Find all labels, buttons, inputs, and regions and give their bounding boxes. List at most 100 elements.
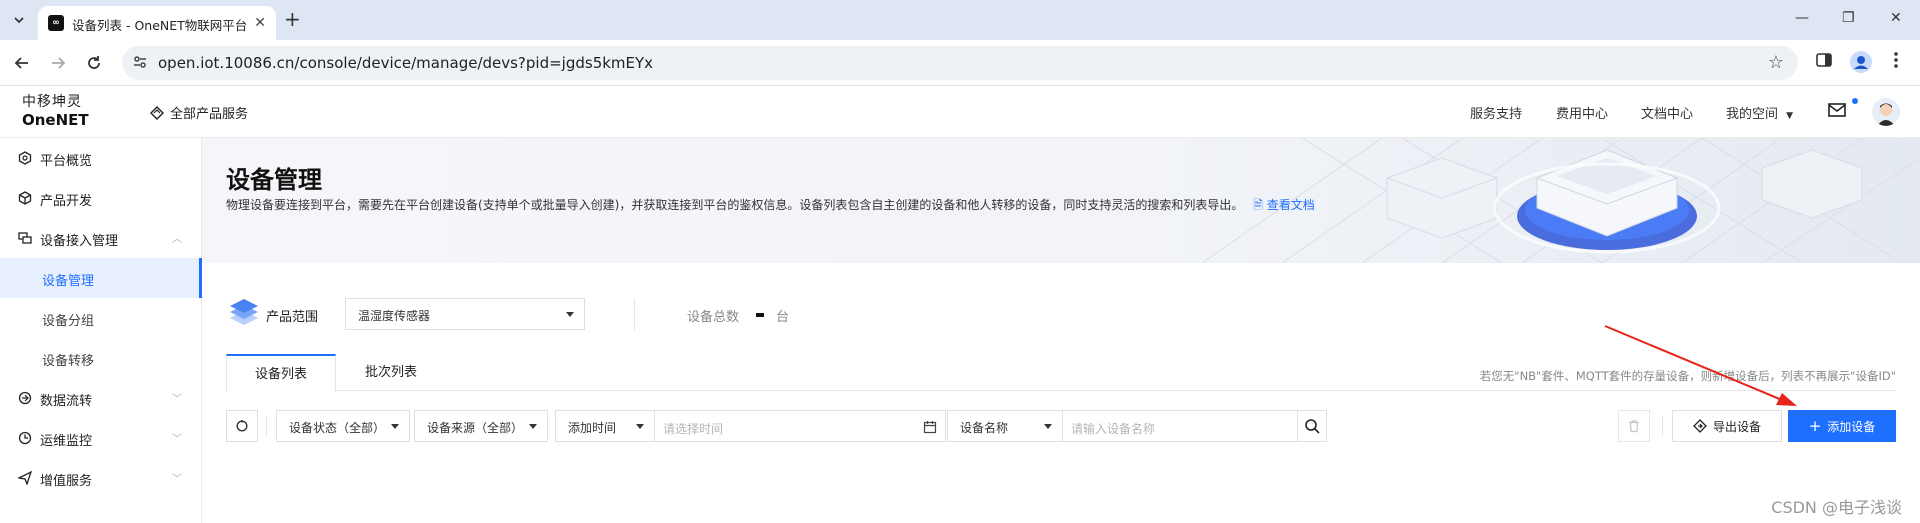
sidebar-item-label: 设备转移 xyxy=(42,354,95,369)
sidebar-item-device-access[interactable]: 设备接入管理 ︿ xyxy=(0,218,202,258)
flow-icon xyxy=(18,391,32,405)
view-docs-link[interactable]: 🗎 查看文档 xyxy=(1253,198,1315,212)
divider xyxy=(634,298,635,330)
close-window-icon[interactable]: ✕ xyxy=(1890,10,1902,26)
time-field-select[interactable]: 添加时间 xyxy=(555,410,655,442)
sidebar-item-device-manage[interactable]: 设备管理 xyxy=(0,258,202,298)
product-scope-label: 产品范围 xyxy=(266,310,319,325)
time-field-value: 添加时间 xyxy=(568,421,617,435)
product-select-value: 温湿度传感器 xyxy=(358,309,431,323)
mail-icon[interactable] xyxy=(1828,102,1846,118)
back-arrow-icon[interactable] xyxy=(10,51,34,75)
sidebar-item-ops-monitor[interactable]: 运维监控 ﹀ xyxy=(0,418,202,458)
tab-batch-list[interactable]: 批次列表 xyxy=(336,354,446,391)
bookmark-star-icon[interactable]: ☆ xyxy=(1768,52,1784,73)
service-support-link[interactable]: 服务支持 xyxy=(1470,103,1522,122)
sidebar-item-label: 产品开发 xyxy=(40,194,93,209)
view-docs-label: 查看文档 xyxy=(1266,198,1315,212)
tab-device-list[interactable]: 设备列表 xyxy=(226,354,336,392)
product-select[interactable]: 温湿度传感器 xyxy=(345,298,585,330)
monitor-icon xyxy=(18,431,32,445)
sidebar-item-data-flow[interactable]: 数据流转 ﹀ xyxy=(0,378,202,418)
onenet-logo[interactable]: 中移坤灵 OneNET xyxy=(22,93,92,129)
delete-button[interactable] xyxy=(1618,410,1650,442)
tab-close-icon[interactable]: ✕ xyxy=(254,15,266,31)
plus-icon: + xyxy=(1808,417,1822,435)
device-total-value xyxy=(756,313,764,317)
add-device-button[interactable]: + 添加设备 xyxy=(1788,410,1896,442)
browser-toolbar: open.iot.10086.cn/console/device/manage/… xyxy=(0,40,1920,86)
browser-tab-strip: ∞ 设备列表 - OneNET物联网平台 ✕ + — ❐ ✕ xyxy=(0,0,1920,40)
device-id-notice: 若您无"NB"套件、MQTT套件的存量设备，则新增设备后，列表不再展示"设备ID… xyxy=(1479,369,1896,383)
site-info-icon[interactable] xyxy=(132,54,148,73)
tabs-underline xyxy=(226,390,1896,391)
sidebar-item-device-group[interactable]: 设备分组 xyxy=(0,298,202,338)
more-menu-icon[interactable] xyxy=(1893,51,1899,72)
side-panel-icon[interactable] xyxy=(1815,51,1833,72)
calendar-icon[interactable] xyxy=(923,420,937,434)
chevron-down-icon: ﹀ xyxy=(172,474,182,485)
sidebar-nav: 平台概览 产品开发 设备接入管理 ︿ 设备管理 设备分组 设备转移 数据流转 ﹀… xyxy=(0,138,202,523)
my-space-menu[interactable]: 我的空间 ▼ xyxy=(1726,103,1793,122)
hexagon-icon xyxy=(18,151,32,165)
sidebar-item-device-transfer[interactable]: 设备转移 xyxy=(0,338,202,378)
divider xyxy=(266,416,267,436)
add-device-label: 添加设备 xyxy=(1827,419,1876,434)
all-products-label: 全部产品服务 xyxy=(170,107,249,122)
divider xyxy=(1662,416,1663,436)
time-range-placeholder: 请选择时间 xyxy=(663,422,724,436)
sidebar-item-platform-overview[interactable]: 平台概览 xyxy=(0,138,202,178)
sidebar-item-label: 数据流转 xyxy=(40,394,93,409)
send-icon xyxy=(18,471,32,485)
sidebar-item-label: 运维监控 xyxy=(40,434,93,449)
device-source-value: 设备来源（全部） xyxy=(427,421,524,435)
docs-center-link[interactable]: 文档中心 xyxy=(1641,103,1693,122)
billing-center-link[interactable]: 费用中心 xyxy=(1556,103,1608,122)
url-text: open.iot.10086.cn/console/device/manage/… xyxy=(158,54,654,72)
export-devices-button[interactable]: 导出设备 xyxy=(1672,410,1782,442)
chevron-up-icon: ︿ xyxy=(172,234,182,245)
tab-search-button[interactable] xyxy=(8,9,30,31)
device-source-select[interactable]: 设备来源（全部） xyxy=(414,410,548,442)
app-header: 中移坤灵 OneNET 全部产品服务 服务支持 费用中心 文档中心 我的空间 ▼ xyxy=(0,86,1920,138)
logo-cn-text: 中移坤灵 xyxy=(22,94,82,110)
chevron-down-icon: ﹀ xyxy=(172,394,182,405)
sidebar-item-label: 设备分组 xyxy=(42,314,95,329)
document-icon: 🗎 xyxy=(1253,198,1263,212)
product-stack-icon xyxy=(230,299,258,325)
device-total-unit: 台 xyxy=(776,310,790,325)
device-status-value: 设备状态（全部） xyxy=(289,421,386,435)
restore-window-icon[interactable]: ❐ xyxy=(1842,10,1855,26)
diamond-icon xyxy=(150,105,164,120)
user-avatar[interactable] xyxy=(1872,98,1900,126)
trash-icon xyxy=(1629,420,1639,433)
refresh-icon xyxy=(236,420,248,432)
sidebar-item-label: 设备管理 xyxy=(42,274,95,289)
active-indicator xyxy=(199,258,202,298)
profile-icon[interactable] xyxy=(1850,51,1872,76)
chevron-down-icon: ﹀ xyxy=(172,434,182,445)
browser-tab-active[interactable]: ∞ 设备列表 - OneNET物联网平台 ✕ xyxy=(38,6,276,40)
caret-down-icon xyxy=(391,424,399,429)
time-range-input[interactable]: 请选择时间 xyxy=(654,410,946,442)
reload-icon[interactable] xyxy=(82,51,106,75)
chevron-down-icon xyxy=(14,17,24,24)
search-button[interactable] xyxy=(1297,410,1327,442)
new-tab-plus-icon[interactable]: + xyxy=(284,9,301,29)
device-status-select[interactable]: 设备状态（全部） xyxy=(276,410,410,442)
search-field-select[interactable]: 设备名称 xyxy=(947,410,1063,442)
caret-down-icon xyxy=(566,312,574,317)
sidebar-item-label: 设备接入管理 xyxy=(40,234,119,249)
sidebar-item-product-dev[interactable]: 产品开发 xyxy=(0,178,202,218)
page-description-text: 物理设备要连接到平台，需要先在平台创建设备(支持单个或批量导入创建)，并获取连接… xyxy=(226,198,1244,212)
device-name-search-input[interactable]: 请输入设备名称 xyxy=(1062,410,1326,442)
forward-arrow-icon[interactable] xyxy=(46,51,70,75)
refresh-button[interactable] xyxy=(226,410,258,442)
page-title: 设备管理 xyxy=(226,166,322,194)
sidebar-item-value-added[interactable]: 增值服务 ﹀ xyxy=(0,458,202,498)
minimize-window-icon[interactable]: — xyxy=(1795,10,1809,26)
caret-down-icon xyxy=(1044,424,1052,429)
search-icon xyxy=(1305,419,1320,434)
all-products-menu[interactable]: 全部产品服务 xyxy=(150,103,248,122)
address-bar[interactable]: open.iot.10086.cn/console/device/manage/… xyxy=(122,46,1798,80)
